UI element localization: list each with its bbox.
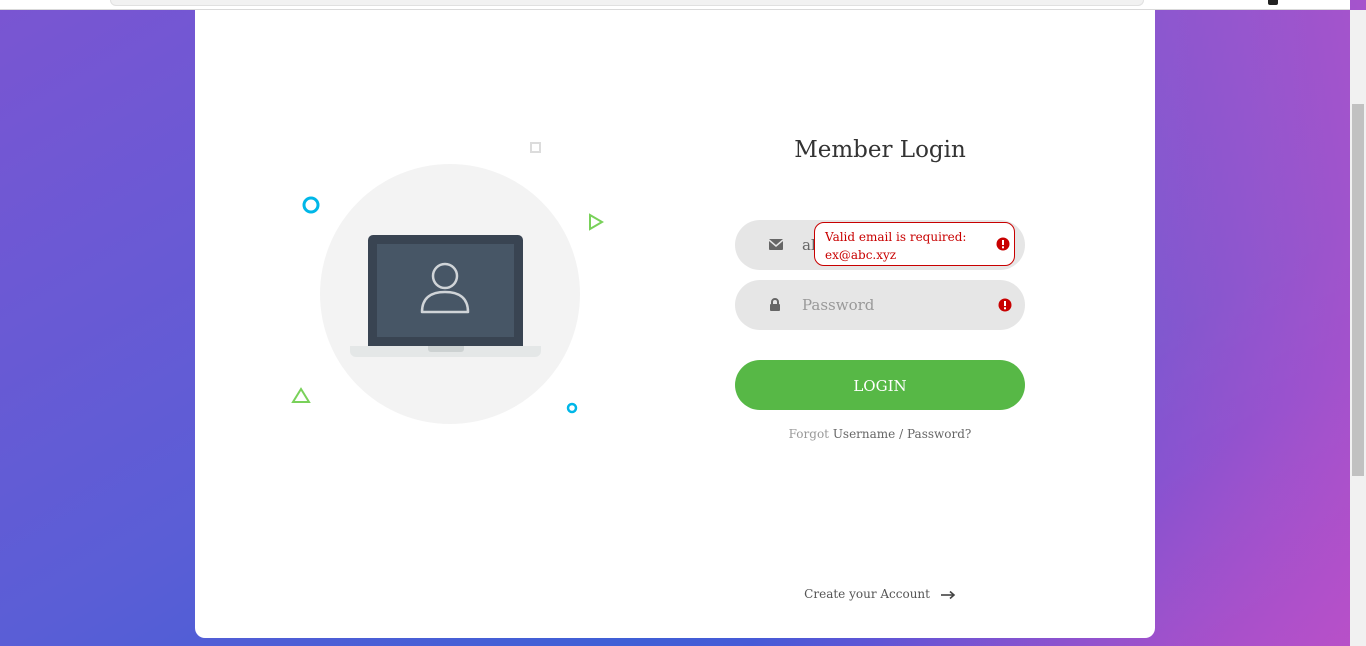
page-title: Member Login bbox=[794, 137, 966, 163]
email-validation-tooltip: Valid email is required: ex@abc.xyz bbox=[814, 222, 1015, 266]
create-account-link[interactable]: Create your Account bbox=[804, 587, 930, 601]
small-ring-deco-icon bbox=[566, 402, 578, 414]
scrollbar[interactable] bbox=[1350, 10, 1366, 646]
forgot-prefix: Forgot bbox=[788, 427, 829, 441]
validation-message: Valid email is required: bbox=[825, 230, 967, 244]
forgot-separator: / bbox=[899, 427, 904, 441]
triangle-up-deco-icon bbox=[291, 387, 311, 403]
scrollbar-thumb[interactable] bbox=[1352, 104, 1364, 476]
alert-icon bbox=[996, 237, 1010, 251]
address-bar-edge bbox=[110, 0, 1144, 6]
forgot-credentials: Forgot Username / Password? bbox=[735, 427, 1025, 441]
create-account[interactable]: Create your Account bbox=[735, 587, 1025, 601]
browser-icon-edge bbox=[1268, 0, 1278, 5]
login-card: Member Login Valid email is required: ex… bbox=[195, 10, 1155, 638]
ring-deco-icon bbox=[302, 196, 320, 214]
laptop-notch bbox=[428, 346, 464, 352]
envelope-icon bbox=[768, 239, 784, 250]
triangle-right-deco-icon bbox=[589, 213, 604, 231]
alert-icon bbox=[998, 298, 1012, 312]
password-field[interactable] bbox=[735, 280, 1025, 330]
login-button[interactable]: LOGIN bbox=[735, 360, 1025, 410]
browser-top-strip bbox=[0, 0, 1350, 10]
forgot-password-link[interactable]: Password? bbox=[907, 427, 971, 441]
user-icon bbox=[420, 262, 470, 314]
password-input[interactable] bbox=[802, 280, 992, 330]
forgot-username-link[interactable]: Username bbox=[833, 427, 895, 441]
arrow-right-icon bbox=[940, 590, 956, 599]
square-deco-icon bbox=[530, 142, 541, 153]
validation-example: ex@abc.xyz bbox=[825, 248, 897, 262]
lock-icon bbox=[770, 298, 780, 311]
